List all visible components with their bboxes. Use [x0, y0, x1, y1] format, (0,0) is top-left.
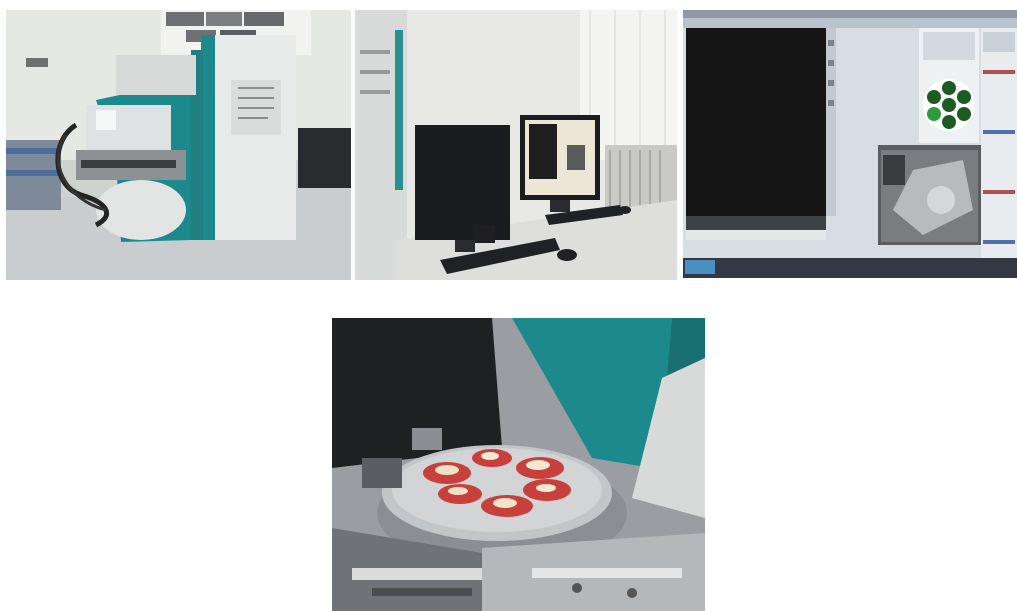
photo-workstation [355, 10, 677, 280]
photo-sample-stage [332, 318, 705, 611]
photo-software-screen [683, 10, 1017, 278]
photo-sem-instrument [6, 10, 351, 280]
